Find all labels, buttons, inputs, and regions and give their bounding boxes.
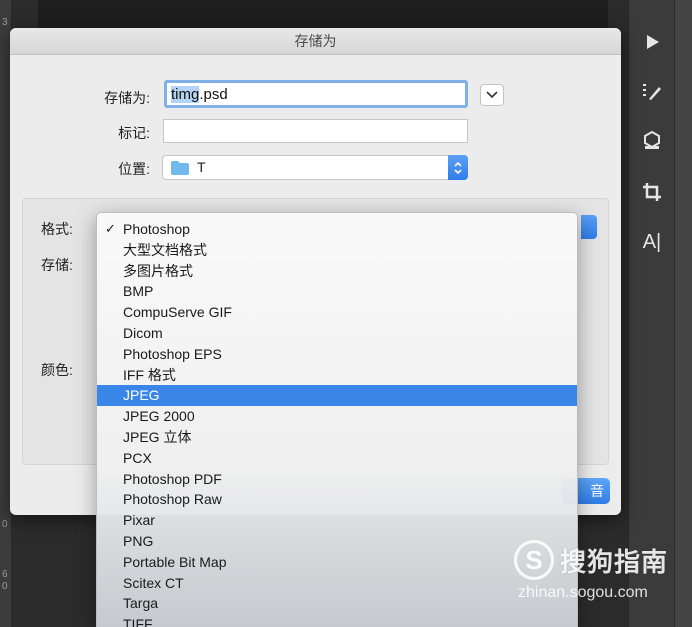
- filename-selected-text: timg: [171, 86, 200, 103]
- menu-item-gif[interactable]: CompuServe GIF: [97, 302, 577, 323]
- menu-item-targa[interactable]: Targa: [97, 593, 577, 614]
- location-value: T: [197, 159, 206, 175]
- location-label: 位置:: [118, 161, 150, 177]
- menu-item-eps[interactable]: Photoshop EPS: [97, 344, 577, 365]
- ruler-number: 0: [2, 519, 8, 530]
- format-dropdown-menu: ✓ Photoshop 大型文档格式 多图片格式 BMP CompuServe G…: [96, 212, 578, 627]
- menu-item-iff[interactable]: IFF 格式: [97, 365, 577, 386]
- color-label: 颜色:: [41, 362, 73, 378]
- sogou-watermark: S 搜狗指南 zhinan.sogou.com: [514, 540, 674, 606]
- filename-input[interactable]: timg.psd: [164, 80, 468, 108]
- watermark-text: 搜狗指南: [560, 547, 669, 577]
- menu-item-dicom[interactable]: Dicom: [97, 323, 577, 344]
- save-options-label: 存储:: [41, 257, 73, 273]
- tags-input[interactable]: [163, 119, 468, 143]
- ruler-number: 3: [2, 17, 8, 28]
- chevron-down-icon: [486, 91, 498, 99]
- format-select-stepper[interactable]: [581, 215, 597, 239]
- menu-item-photoshop[interactable]: ✓ Photoshop: [97, 219, 577, 240]
- menu-item-pbm[interactable]: Portable Bit Map: [97, 552, 577, 573]
- ruler-number: 6: [2, 569, 8, 580]
- menu-item-large-document[interactable]: 大型文档格式: [97, 240, 577, 261]
- filename-extension: .psd: [199, 86, 228, 103]
- menu-item-scitex[interactable]: Scitex CT: [97, 573, 577, 594]
- folder-icon: [171, 161, 189, 175]
- up-down-chevron-icon: [454, 161, 462, 174]
- location-stepper[interactable]: [448, 155, 468, 180]
- expand-dialog-button[interactable]: [480, 84, 504, 106]
- location-select[interactable]: T: [162, 155, 468, 180]
- menu-item-png[interactable]: PNG: [97, 531, 577, 552]
- menu-item-bmp[interactable]: BMP: [97, 281, 577, 302]
- brush-presets-icon[interactable]: [629, 72, 675, 112]
- format-label: 格式:: [41, 221, 73, 237]
- menu-item-pdf[interactable]: Photoshop PDF: [97, 469, 577, 490]
- checkmark-icon: ✓: [105, 221, 116, 236]
- side-panel-edge: [674, 0, 692, 627]
- tags-label: 标记:: [118, 125, 150, 141]
- menu-item-jpeg[interactable]: JPEG: [97, 385, 577, 407]
- dialog-title: 存储为: [10, 28, 621, 55]
- watermark-url: zhinan.sogou.com: [518, 584, 648, 601]
- save-as-label: 存储为:: [104, 90, 150, 106]
- menu-item-multi-picture[interactable]: 多图片格式: [97, 261, 577, 282]
- menu-item-jpeg-stereo[interactable]: JPEG 立体: [97, 427, 577, 448]
- play-icon[interactable]: [629, 22, 675, 62]
- menu-item-pcx[interactable]: PCX: [97, 448, 577, 469]
- menu-item-raw[interactable]: Photoshop Raw: [97, 489, 577, 510]
- sogou-logo-icon: S: [514, 540, 554, 580]
- menu-item-jpeg-2000[interactable]: JPEG 2000: [97, 406, 577, 427]
- 3d-object-icon[interactable]: [629, 120, 675, 160]
- menu-item-tiff[interactable]: TIFF: [97, 614, 577, 627]
- crop-icon[interactable]: [629, 172, 675, 212]
- tool-panel: A|: [628, 0, 674, 627]
- type-tool-icon[interactable]: A|: [629, 222, 675, 262]
- menu-item-pixar[interactable]: Pixar: [97, 510, 577, 531]
- ruler-number: 0: [2, 581, 8, 592]
- document-canvas: [38, 0, 608, 28]
